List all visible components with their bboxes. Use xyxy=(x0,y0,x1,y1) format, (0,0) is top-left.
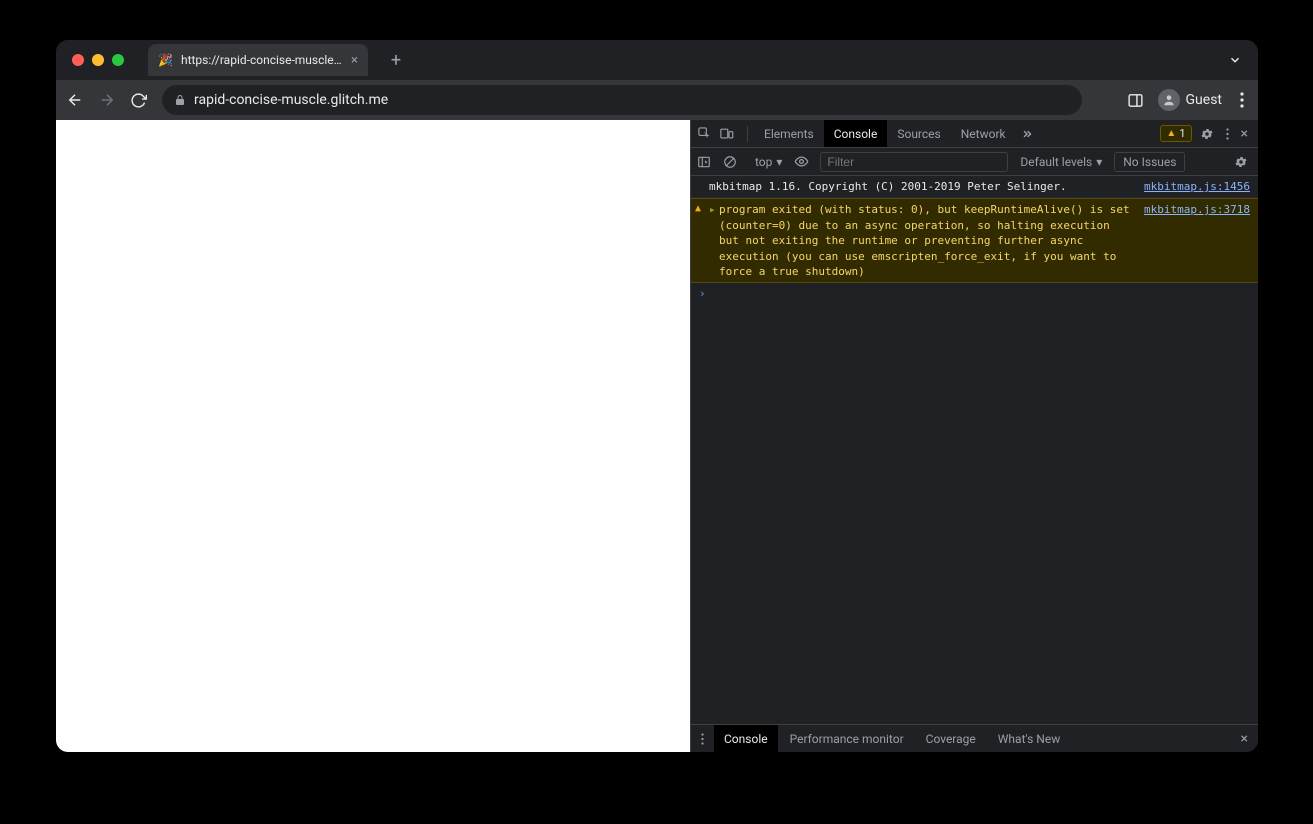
drawer-tab-console[interactable]: Console xyxy=(714,725,778,752)
log-source-link[interactable]: mkbitmap.js:3718 xyxy=(1144,202,1250,279)
tabs-dropdown-button[interactable] xyxy=(1228,53,1242,67)
favicon-icon: 🎉 xyxy=(158,53,173,67)
close-tab-button[interactable]: × xyxy=(351,53,358,68)
prompt-caret-icon: › xyxy=(699,287,706,300)
page-viewport[interactable] xyxy=(56,120,690,752)
browser-menu-button[interactable] xyxy=(1236,92,1248,108)
console-filter-input[interactable] xyxy=(820,152,1008,172)
tab-network[interactable]: Network xyxy=(951,120,1016,147)
devtools-panel: Elements Console Sources Network ▲ 1 xyxy=(690,120,1258,752)
address-bar[interactable]: rapid-concise-muscle.glitch.me xyxy=(162,85,1082,115)
console-prompt[interactable]: › xyxy=(691,283,1258,304)
tab-console[interactable]: Console xyxy=(824,120,888,147)
maximize-window-button[interactable] xyxy=(112,54,124,66)
context-selector[interactable]: top ▾ xyxy=(749,153,788,171)
issues-button[interactable]: No Issues xyxy=(1114,152,1185,172)
console-settings-button[interactable] xyxy=(1230,155,1252,169)
devtools-close-button[interactable]: × xyxy=(1237,126,1252,142)
console-body[interactable]: mkbitmap 1.16. Copyright (C) 2001-2019 P… xyxy=(691,176,1258,724)
tabs-overflow-button[interactable] xyxy=(1020,127,1034,141)
drawer-menu-button[interactable] xyxy=(697,732,708,746)
browser-toolbar: rapid-concise-muscle.glitch.me Guest xyxy=(56,80,1258,120)
tab-title: https://rapid-concise-muscle.g xyxy=(181,53,343,67)
clear-console-button[interactable] xyxy=(723,155,743,169)
warning-triangle-icon: ▲ xyxy=(1166,128,1176,139)
tab-strip: 🎉 https://rapid-concise-muscle.g × + xyxy=(56,40,1258,80)
drawer-close-button[interactable]: × xyxy=(1237,731,1252,747)
lock-icon xyxy=(174,94,186,106)
close-window-button[interactable] xyxy=(72,54,84,66)
forward-button[interactable] xyxy=(98,91,120,109)
log-source-link[interactable]: mkbitmap.js:1456 xyxy=(1144,179,1250,194)
back-button[interactable] xyxy=(66,91,88,109)
profile-label: Guest xyxy=(1186,92,1222,108)
reload-button[interactable] xyxy=(130,92,152,109)
browser-tab[interactable]: 🎉 https://rapid-concise-muscle.g × xyxy=(148,44,368,76)
log-levels-selector[interactable]: Default levels ▾ xyxy=(1020,155,1102,169)
drawer-tab-coverage[interactable]: Coverage xyxy=(916,725,986,752)
new-tab-button[interactable]: + xyxy=(382,50,410,71)
tab-elements[interactable]: Elements xyxy=(754,120,824,147)
browser-window: 🎉 https://rapid-concise-muscle.g × + rap… xyxy=(56,40,1258,752)
url-text: rapid-concise-muscle.glitch.me xyxy=(194,92,388,108)
drawer-tab-whats-new[interactable]: What's New xyxy=(988,725,1070,752)
content-area: Elements Console Sources Network ▲ 1 xyxy=(56,120,1258,752)
warning-icon: ▲ xyxy=(695,202,701,216)
log-message: program exited (with status: 0), but kee… xyxy=(709,202,1134,279)
drawer-tab-performance-monitor[interactable]: Performance monitor xyxy=(780,725,914,752)
warnings-count: 1 xyxy=(1179,127,1185,140)
levels-label: Default levels xyxy=(1020,155,1092,169)
device-toolbar-button[interactable] xyxy=(719,126,741,141)
live-expression-button[interactable] xyxy=(794,154,814,169)
tab-sources[interactable]: Sources xyxy=(887,120,950,147)
devtools-settings-button[interactable] xyxy=(1196,127,1218,141)
minimize-window-button[interactable] xyxy=(92,54,104,66)
console-log-row: mkbitmap 1.16. Copyright (C) 2001-2019 P… xyxy=(691,176,1258,198)
avatar-icon xyxy=(1158,89,1180,111)
devtools-menu-button[interactable] xyxy=(1222,127,1233,141)
devtools-drawer: Console Performance monitor Coverage Wha… xyxy=(691,724,1258,752)
log-message: mkbitmap 1.16. Copyright (C) 2001-2019 P… xyxy=(709,179,1134,194)
window-controls xyxy=(64,54,130,66)
warnings-badge[interactable]: ▲ 1 xyxy=(1160,125,1191,142)
inspect-element-button[interactable] xyxy=(697,126,719,141)
side-panel-button[interactable] xyxy=(1127,92,1144,109)
devtools-tabs: Elements Console Sources Network ▲ 1 xyxy=(691,120,1258,148)
console-toolbar: top ▾ Default levels ▾ No Issues xyxy=(691,148,1258,176)
dropdown-caret-icon: ▾ xyxy=(776,155,782,169)
console-sidebar-toggle[interactable] xyxy=(697,155,717,169)
dropdown-caret-icon: ▾ xyxy=(1096,155,1102,169)
context-label: top xyxy=(755,155,772,169)
console-warn-row: ▲ program exited (with status: 0), but k… xyxy=(691,198,1258,283)
profile-button[interactable]: Guest xyxy=(1158,89,1222,111)
